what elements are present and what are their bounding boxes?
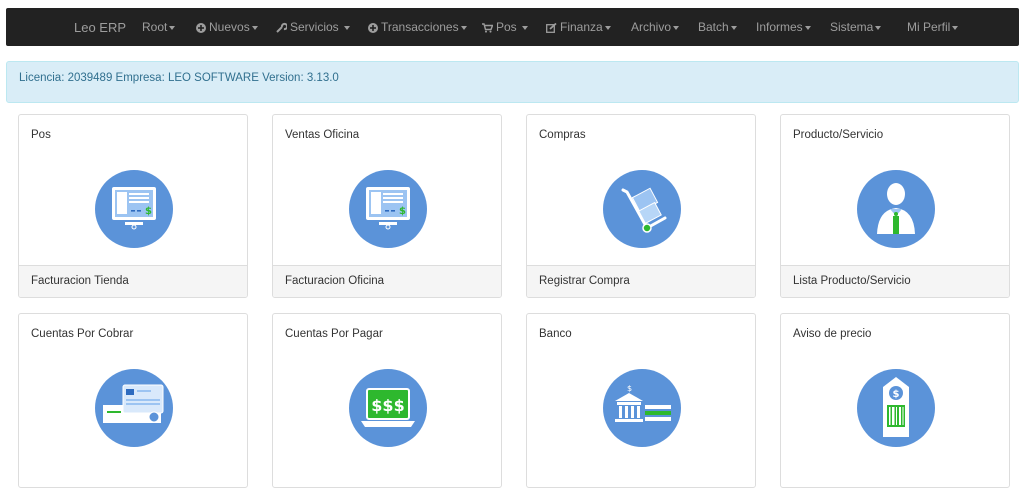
panel-footer-link[interactable]: Facturacion Tienda — [19, 265, 247, 297]
panel-title: Cuentas Por Cobrar — [31, 328, 134, 340]
caret-icon — [460, 25, 467, 30]
caret-icon — [875, 25, 882, 30]
svg-text:$: $ — [145, 206, 152, 217]
nav-pos[interactable]: Pos — [482, 8, 529, 46]
svg-text:$: $ — [399, 206, 406, 217]
edit-icon — [546, 22, 557, 33]
top-navbar: Leo ERP Root Nuevos Servicios Transaccio… — [6, 8, 1019, 46]
panel-aviso-de-precio[interactable]: Aviso de precio $ — [780, 313, 1010, 488]
caret-icon — [804, 25, 811, 30]
nav-mi-perfil[interactable]: Mi Perfil — [907, 8, 959, 46]
plus-circle-icon — [368, 22, 378, 33]
monitor-invoice-icon: $ — [349, 170, 427, 248]
license-text: Licencia: 2039489 Empresa: LEO SOFTWARE … — [19, 72, 339, 84]
credit-card-icon — [95, 369, 173, 447]
nav-sistema[interactable]: Sistema — [830, 8, 882, 46]
nav-informes[interactable]: Informes — [756, 8, 811, 46]
panel-title: Banco — [539, 328, 572, 340]
panel-cuentas-por-cobrar[interactable]: Cuentas Por Cobrar — [18, 313, 248, 488]
caret-icon — [604, 25, 611, 30]
panel-footer-link[interactable]: Lista Producto/Servicio — [781, 265, 1009, 297]
nav-batch[interactable]: Batch — [698, 8, 737, 46]
caret-icon — [344, 25, 351, 30]
caret-icon — [673, 25, 680, 30]
panel-title: Aviso de precio — [793, 328, 872, 340]
wrench-icon — [276, 23, 287, 34]
nav-archivo[interactable]: Archivo — [631, 8, 680, 46]
brand-link[interactable]: Leo ERP — [74, 8, 126, 46]
plus-circle-icon — [196, 22, 206, 33]
panel-cuentas-por-pagar[interactable]: Cuentas Por Pagar $$$ — [272, 313, 502, 488]
price-tag-icon: $ — [857, 369, 935, 447]
caret-icon — [522, 25, 529, 30]
panel-compras[interactable]: Compras Registrar Compra — [526, 114, 756, 298]
caret-icon — [169, 25, 176, 30]
caret-icon — [730, 25, 737, 30]
panel-title: Compras — [539, 129, 586, 141]
laptop-money-icon: $$$ — [349, 369, 427, 447]
license-alert: Licencia: 2039489 Empresa: LEO SOFTWARE … — [6, 61, 1019, 103]
nav-root[interactable]: Root — [142, 8, 176, 46]
svg-text:$: $ — [893, 389, 900, 400]
nav-servicios[interactable]: Servicios — [276, 8, 351, 46]
nav-transacciones[interactable]: Transacciones — [368, 8, 467, 46]
svg-text:$$$: $$$ — [371, 396, 404, 415]
hand-truck-icon — [603, 170, 681, 248]
cart-icon — [482, 23, 493, 33]
nav-nuevos[interactable]: Nuevos — [196, 8, 258, 46]
panel-banco[interactable]: Banco $ — [526, 313, 756, 488]
caret-icon — [251, 25, 258, 30]
panel-footer-link[interactable]: Registrar Compra — [527, 265, 755, 297]
person-icon — [857, 170, 935, 248]
caret-icon — [952, 25, 959, 30]
panel-footer-link[interactable]: Facturacion Oficina — [273, 265, 501, 297]
panel-title: Producto/Servicio — [793, 129, 884, 141]
bank-icon: $ — [603, 369, 681, 447]
panel-title: Cuentas Por Pagar — [285, 328, 383, 340]
panel-pos[interactable]: Pos $ Facturacion Tienda — [18, 114, 248, 298]
panel-title: Ventas Oficina — [285, 129, 360, 141]
panel-ventas-oficina[interactable]: Ventas Oficina $ Facturacion Oficina — [272, 114, 502, 298]
panel-title: Pos — [31, 129, 51, 141]
panel-producto-servicio[interactable]: Producto/Servicio Lista Producto/Servici… — [780, 114, 1010, 298]
nav-finanza[interactable]: Finanza — [546, 8, 611, 46]
svg-text:$: $ — [627, 384, 632, 393]
monitor-invoice-icon: $ — [95, 170, 173, 248]
